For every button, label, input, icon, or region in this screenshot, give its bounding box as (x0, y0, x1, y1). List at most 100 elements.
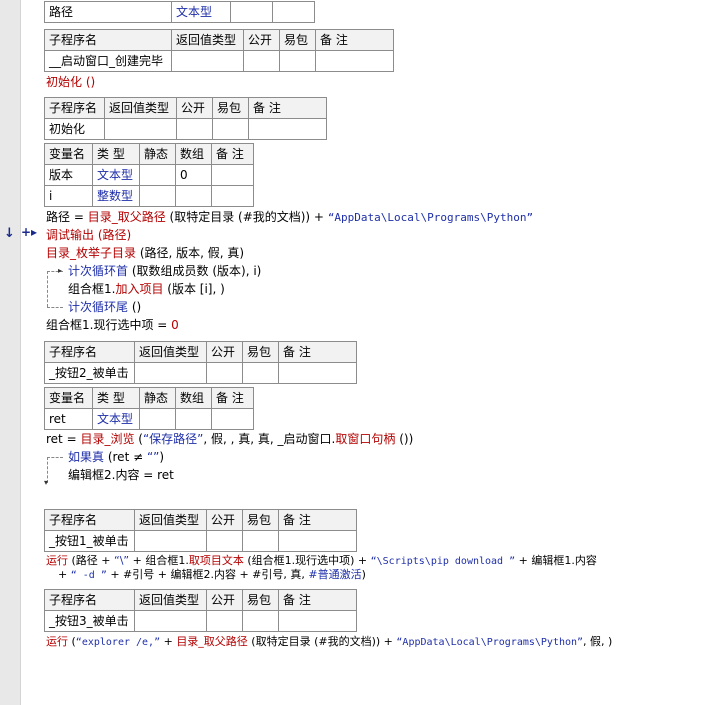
code-text: ( (68, 635, 76, 648)
code-text: (路径, 版本, 假, 真) (136, 246, 245, 260)
code-line-debug-output[interactable]: 调试输出 (路径) (46, 227, 131, 243)
var-name-cell[interactable]: i (44, 185, 93, 207)
var-table-init: 变量名 类 型 静态 数组 备 注 版本 文本型 0 i 整数型 (44, 143, 254, 207)
var-name-cell[interactable]: 路径 (44, 1, 172, 23)
code-line-browse[interactable]: ret = 目录_浏览 (“保存路径”, 假, , 真, 真, _启动窗口.取窗… (46, 431, 413, 447)
sub-table-button2: 子程序名 返回值类型 公开 易包 备 注 _按钮2_被单击 (44, 341, 357, 384)
header-remark: 备 注 (278, 341, 357, 363)
remark-cell[interactable] (278, 362, 357, 384)
static-cell[interactable] (139, 408, 176, 430)
header-public: 公开 (243, 29, 280, 51)
code-line-set-selection[interactable]: 组合框1.现行选中项 = 0 (46, 317, 179, 333)
remark-cell[interactable] (315, 50, 394, 72)
code-text: + 组合框1. (129, 554, 189, 567)
sub-table-button3: 子程序名 返回值类型 公开 易包 备 注 _按钮3_被单击 (44, 589, 357, 632)
var-name-cell[interactable]: ret (44, 408, 93, 430)
header-sub-name: 子程序名 (44, 97, 105, 119)
header-sub-name: 子程序名 (44, 29, 172, 51)
remark-cell[interactable] (278, 530, 357, 552)
header-var-type: 类 型 (92, 143, 140, 165)
header-public: 公开 (176, 97, 213, 119)
remark-cell[interactable] (211, 185, 254, 207)
remark-cell[interactable] (211, 164, 254, 186)
header-return-type: 返回值类型 (134, 589, 207, 611)
return-type-cell[interactable] (134, 530, 207, 552)
code-line-path-assign[interactable]: 路径 = 目录_取父路径 (取特定目录 (#我的文档)) + “AppData\… (46, 209, 533, 226)
code-line-set-edit2[interactable]: 编辑框2.内容 = ret (68, 467, 174, 483)
public-cell[interactable] (206, 610, 243, 632)
code-number: 0 (171, 318, 179, 332)
epackage-cell[interactable] (242, 362, 279, 384)
code-constant: #普通激活 (308, 568, 362, 581)
return-type-cell[interactable] (171, 50, 244, 72)
code-line-if-true[interactable]: 如果真 (ret ≠ “”) (68, 449, 164, 465)
code-text: (取特定目录 (#我的文档)) + (247, 635, 397, 648)
code-line-loop-start[interactable]: 计次循环首 (取数组成员数 (版本), i) (68, 263, 261, 279)
array-cell[interactable]: 0 (175, 164, 212, 186)
header-return-type: 返回值类型 (134, 341, 207, 363)
breakpoint-arrow-icon[interactable]: ↓ (4, 226, 15, 241)
if-connector (47, 457, 63, 458)
code-line-run-explorer[interactable]: 运行 (“explorer /e,” + 目录_取父路径 (取特定目录 (#我的… (46, 634, 612, 651)
code-func: 取项目文本 (188, 554, 244, 567)
sub-name-cell[interactable]: _按钮2_被单击 (44, 362, 135, 384)
remark-cell[interactable] (211, 408, 254, 430)
code-line-loop-end[interactable]: 计次循环尾 () (68, 299, 141, 315)
code-string: “\Scripts\pip download ” (370, 556, 516, 567)
code-text: ()) (395, 432, 414, 446)
code-line-add-item[interactable]: 组合框1.加入项目 (版本 [i], ) (68, 281, 225, 297)
if-end-arrow-icon: ▾ (44, 478, 49, 487)
return-type-cell[interactable] (104, 118, 177, 140)
code-string: “AppData\Local\Programs\Python” (327, 211, 534, 224)
sub-name-cell[interactable]: __启动窗口_创建完毕 (44, 50, 172, 72)
sub-name-cell[interactable]: _按钮1_被单击 (44, 530, 135, 552)
sub-name-cell[interactable]: _按钮3_被单击 (44, 610, 135, 632)
code-func: 运行 (46, 635, 68, 648)
header-return-type: 返回值类型 (171, 29, 244, 51)
header-public: 公开 (206, 509, 243, 531)
var-type-cell[interactable]: 整数型 (92, 185, 140, 207)
var-type-cell[interactable]: 文本型 (92, 408, 140, 430)
code-func: 目录_枚举子目录 (46, 246, 137, 260)
code-text: ) (361, 568, 366, 581)
static-cell[interactable] (139, 164, 176, 186)
header-return-type: 返回值类型 (134, 509, 207, 531)
return-type-cell[interactable] (134, 362, 207, 384)
code-call-init[interactable]: 初始化 () (46, 74, 95, 90)
remark-cell[interactable] (278, 610, 357, 632)
return-type-cell[interactable] (134, 610, 207, 632)
header-sub-name: 子程序名 (44, 341, 135, 363)
sub-name-cell[interactable]: 初始化 (44, 118, 105, 140)
code-text: + (160, 635, 177, 648)
var-empty-cell[interactable] (272, 1, 315, 23)
public-cell[interactable] (206, 362, 243, 384)
var-type-cell[interactable]: 文本型 (92, 164, 140, 186)
gutter-divider (20, 0, 21, 705)
header-remark: 备 注 (278, 589, 357, 611)
epackage-cell[interactable] (242, 610, 279, 632)
array-cell[interactable] (175, 185, 212, 207)
code-line-run-pip-cont[interactable]: + “ -d ” + #引号 + 编辑框2.内容 + #引号, 真, #普通激活… (58, 567, 366, 584)
static-cell[interactable] (139, 185, 176, 207)
public-cell[interactable] (243, 50, 280, 72)
var-empty-cell[interactable] (230, 1, 273, 23)
header-remark: 备 注 (278, 509, 357, 531)
remark-cell[interactable] (248, 118, 327, 140)
var-name-cell[interactable]: 版本 (44, 164, 93, 186)
epackage-cell[interactable] (279, 50, 316, 72)
public-cell[interactable] (176, 118, 213, 140)
code-string: “explorer /e,” (75, 637, 161, 648)
epackage-cell[interactable] (242, 530, 279, 552)
code-line-enum-dirs[interactable]: 目录_枚举子目录 (路径, 版本, 假, 真) (46, 245, 244, 261)
code-text: + 编辑框1.内容 (515, 554, 597, 567)
header-epackage: 易包 (279, 29, 316, 51)
code-text: 路径 = (46, 210, 88, 224)
code-text: + (58, 568, 71, 581)
epackage-cell[interactable] (212, 118, 249, 140)
code-func: 取窗口句柄 (335, 432, 396, 446)
array-cell[interactable] (175, 408, 212, 430)
header-var-name: 变量名 (44, 387, 93, 409)
public-cell[interactable] (206, 530, 243, 552)
step-pointer-icon[interactable]: +▸ (21, 225, 37, 239)
var-type-cell[interactable]: 文本型 (171, 1, 231, 23)
